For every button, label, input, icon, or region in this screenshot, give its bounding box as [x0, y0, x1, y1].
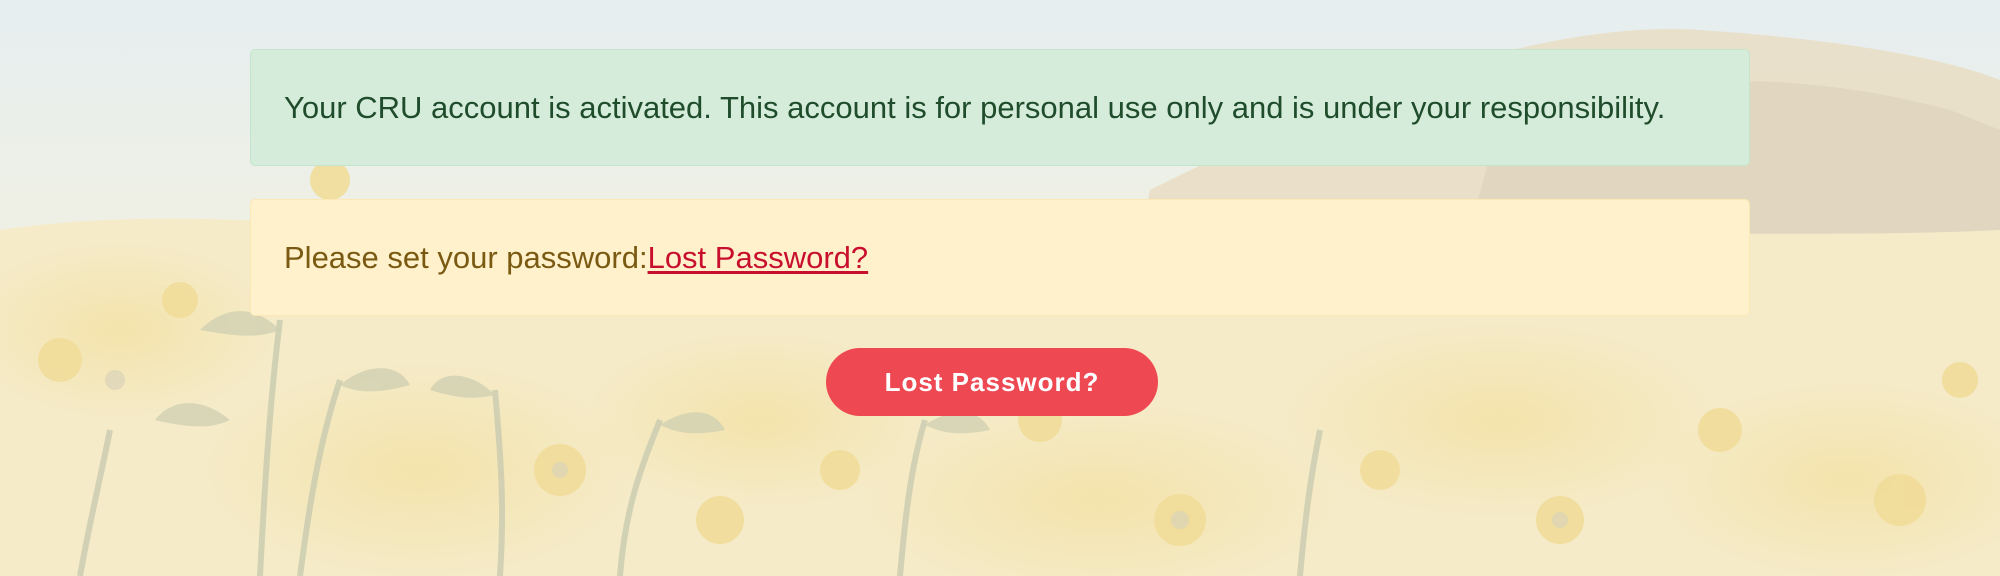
account-activated-text: Your CRU account is activated. This acco…: [284, 89, 1666, 125]
set-password-text: Please set your password:: [284, 239, 648, 275]
message-panel: Your CRU account is activated. This acco…: [0, 0, 2000, 576]
set-password-alert: Please set your password: Lost Password?: [250, 199, 1750, 316]
lost-password-link[interactable]: Lost Password?: [648, 240, 869, 276]
lost-password-button[interactable]: Lost Password?: [826, 348, 1158, 416]
account-activated-alert: Your CRU account is activated. This acco…: [250, 49, 1750, 166]
